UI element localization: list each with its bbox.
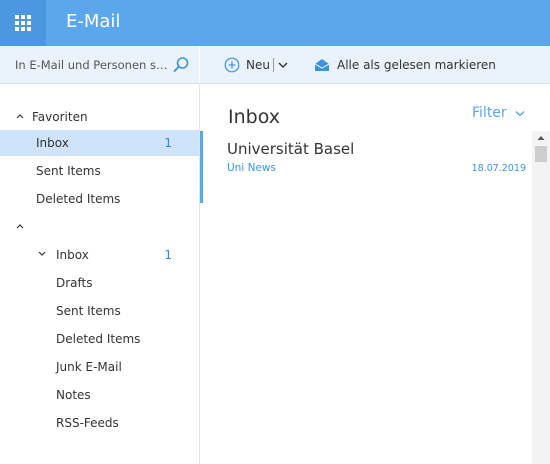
favorite-inbox-label: Inbox (36, 136, 69, 150)
favorite-inbox-unread-count: 1 (164, 136, 172, 150)
favorite-deleted-items[interactable]: Deleted Items (0, 186, 199, 212)
favorite-inbox[interactable]: Inbox 1 (0, 130, 199, 156)
command-bar: Neu Alle als gelesen markieren (200, 46, 550, 84)
chevron-down-icon (515, 110, 525, 116)
folder-drafts-label: Drafts (56, 276, 93, 290)
folder-junk-email-label: Junk E-Mail (56, 360, 122, 374)
scroll-up-button[interactable] (532, 131, 550, 145)
plus-circle-icon (224, 57, 240, 73)
mark-all-read-label: Alle als gelesen markieren (337, 58, 496, 72)
app-launcher-button[interactable] (0, 0, 46, 46)
folder-deleted-items[interactable]: Deleted Items (0, 326, 199, 352)
favorite-sent-items[interactable]: Sent Items (0, 158, 199, 184)
folder-rss-feeds[interactable]: RSS-Feeds (0, 410, 199, 436)
scroll-thumb[interactable] (535, 146, 547, 162)
app-title: E-Mail (66, 11, 121, 32)
favorites-label: Favoriten (32, 110, 88, 124)
folder-inbox-unread-count: 1 (164, 248, 172, 262)
open-envelope-icon (314, 59, 330, 71)
chevron-up-icon (16, 114, 24, 119)
message-list-item[interactable]: Universität Basel Uni News 18.07.2019 (203, 137, 532, 183)
folder-notes[interactable]: Notes (0, 382, 199, 408)
folder-junk-email[interactable]: Junk E-Mail (0, 354, 199, 380)
filter-button[interactable]: Filter (472, 105, 525, 121)
search-icon[interactable] (172, 56, 190, 74)
chevron-down-icon[interactable] (278, 61, 288, 69)
filter-label: Filter (472, 105, 507, 121)
toolbar-separator (272, 58, 274, 72)
mark-all-read-button[interactable]: Alle als gelesen markieren (314, 54, 496, 76)
favorite-deleted-items-label: Deleted Items (36, 192, 121, 206)
scroll-up-arrow-icon (537, 136, 545, 140)
app-header: E-Mail (0, 0, 550, 46)
app-launcher-icon (15, 15, 31, 31)
folder-inbox-label: Inbox (56, 248, 89, 262)
folder-rss-feeds-label: RSS-Feeds (56, 416, 119, 430)
folder-notes-label: Notes (56, 388, 91, 402)
message-sender: Universität Basel (227, 140, 355, 158)
search-input[interactable]: In E-Mail und Personen s… (15, 58, 167, 72)
favorites-header[interactable]: Favoriten (0, 104, 199, 130)
chevron-up-icon (16, 224, 24, 229)
folder-deleted-items-label: Deleted Items (56, 332, 141, 346)
folder-inbox[interactable]: Inbox 1 (0, 242, 199, 268)
folder-sent-items[interactable]: Sent Items (0, 298, 199, 324)
account-header[interactable] (0, 214, 199, 240)
favorite-sent-items-label: Sent Items (36, 164, 101, 178)
message-list-title: Inbox (228, 106, 280, 128)
folder-pane: Favoriten Inbox 1 Sent Items Deleted Ite… (0, 84, 199, 464)
message-list-scrollbar[interactable] (532, 131, 550, 464)
message-subject: Uni News (227, 162, 276, 174)
new-button-label: Neu (246, 58, 270, 72)
chevron-down-icon[interactable] (38, 251, 46, 257)
folder-sent-items-label: Sent Items (56, 304, 121, 318)
new-message-button[interactable]: Neu (224, 54, 288, 76)
search-box[interactable]: In E-Mail und Personen s… (0, 46, 199, 84)
folder-drafts[interactable]: Drafts (0, 270, 199, 296)
message-date: 18.07.2019 (471, 163, 526, 174)
